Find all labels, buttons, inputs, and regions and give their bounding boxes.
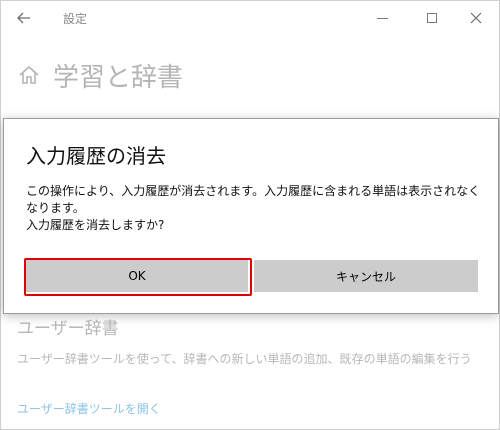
user-dictionary-heading: ユーザー辞書 bbox=[17, 319, 119, 339]
maximize-icon bbox=[427, 13, 437, 23]
title-bar: 設定 bbox=[1, 1, 499, 35]
home-icon[interactable] bbox=[17, 63, 41, 87]
clear-history-dialog: 入力履歴の消去 この操作により、入力履歴が消去されます。入力履歴に含まれる単語は… bbox=[3, 118, 499, 314]
open-user-dictionary-link[interactable]: ユーザー辞書ツールを開く bbox=[17, 400, 161, 417]
settings-window: 設定 学習と辞書 ユーザー辞書 ユーザー辞書ツールを使って、辞書への新しい単語の… bbox=[0, 0, 500, 430]
back-button[interactable] bbox=[13, 7, 35, 29]
dialog-title: 入力履歴の消去 bbox=[26, 144, 166, 168]
cancel-button[interactable]: キャンセル bbox=[254, 260, 478, 292]
user-dictionary-description: ユーザー辞書ツールを使って、辞書への新しい単語の追加、既存の単語の編集を行う bbox=[17, 352, 472, 366]
back-arrow-icon bbox=[17, 12, 30, 24]
close-icon bbox=[470, 12, 482, 24]
close-button[interactable] bbox=[463, 5, 489, 31]
maximize-button[interactable] bbox=[419, 5, 445, 31]
dialog-message: この操作により、入力履歴が消去されます。入力履歴に含まれる単語は表示されなくなり… bbox=[26, 184, 481, 232]
minimize-button[interactable] bbox=[369, 5, 395, 31]
minimize-icon bbox=[376, 17, 388, 19]
page-title: 学習と辞書 bbox=[53, 63, 184, 93]
ok-button[interactable]: OK bbox=[26, 260, 248, 292]
app-title: 設定 bbox=[63, 12, 88, 26]
